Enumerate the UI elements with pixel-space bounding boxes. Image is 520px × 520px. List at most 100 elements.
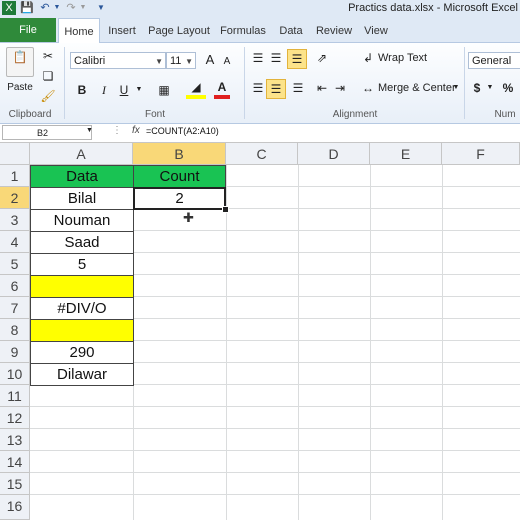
row-header[interactable]: 2 <box>0 187 30 209</box>
tab-insert[interactable]: Insert <box>104 18 140 42</box>
row-header[interactable]: 5 <box>0 253 30 275</box>
formula-input[interactable]: =COUNT(A2:A10) <box>146 126 219 136</box>
row-header[interactable]: 7 <box>0 297 30 319</box>
save-icon[interactable]: 💾 <box>20 1 34 15</box>
cell-a2[interactable]: Bilal <box>30 187 134 210</box>
tab-view[interactable]: View <box>360 18 392 42</box>
cell-a9[interactable]: 290 <box>30 341 134 364</box>
formula-bar: B2 ▼ ⋮ fx =COUNT(A2:A10) <box>0 124 520 143</box>
gridline <box>298 165 299 520</box>
column-header-c[interactable]: C <box>226 143 298 165</box>
column-header-f[interactable]: F <box>442 143 520 165</box>
wrap-text-button[interactable]: Wrap Text <box>378 49 427 67</box>
row-header[interactable]: 1 <box>0 165 30 187</box>
fill-color-icon[interactable]: ◢ <box>186 79 206 99</box>
cell-a7[interactable]: #DIV/O <box>30 297 134 320</box>
tab-data[interactable]: Data <box>274 18 308 42</box>
currency-dropdown-icon[interactable]: ▼ <box>486 79 494 97</box>
tab-home[interactable]: Home <box>58 18 100 43</box>
name-box-dropdown-icon[interactable]: ▼ <box>86 127 93 134</box>
ribbon-divider <box>64 47 65 119</box>
row-header[interactable]: 12 <box>0 407 30 429</box>
cell-a1[interactable]: Data <box>30 165 134 188</box>
tab-review[interactable]: Review <box>314 18 354 42</box>
wrap-text-icon[interactable]: ↲ <box>360 49 376 67</box>
row-header[interactable]: 4 <box>0 231 30 253</box>
grow-font-button[interactable]: A <box>202 51 218 69</box>
align-center-icon[interactable]: ☰ <box>266 79 286 99</box>
row-header[interactable]: 9 <box>0 341 30 363</box>
row-header[interactable]: 13 <box>0 429 30 451</box>
paste-button[interactable]: Paste <box>2 79 38 97</box>
merge-dropdown-icon[interactable]: ▼ <box>452 79 460 97</box>
insert-function-button[interactable]: fx <box>132 125 140 136</box>
borders-icon[interactable]: ▦ <box>154 81 174 99</box>
merge-center-icon[interactable]: ↔ <box>360 79 376 97</box>
gridline <box>30 428 520 429</box>
column-header-a[interactable]: A <box>30 143 133 165</box>
tab-page-layout[interactable]: Page Layout <box>146 18 212 42</box>
fill-handle[interactable] <box>222 206 229 213</box>
column-header-b[interactable]: B <box>133 143 226 165</box>
cell-a8[interactable] <box>30 319 134 342</box>
align-bottom-icon[interactable]: ☰ <box>287 49 307 69</box>
decrease-indent-icon[interactable]: ⇤ <box>314 79 330 97</box>
row-header[interactable]: 6 <box>0 275 30 297</box>
name-box[interactable]: B2 <box>2 125 92 140</box>
undo-dropdown-icon[interactable]: ▼ <box>50 1 64 15</box>
font-color-button[interactable]: A <box>214 79 230 99</box>
cell-a3[interactable]: Nouman <box>30 209 134 232</box>
ribbon-divider <box>244 47 245 119</box>
gridline <box>442 165 443 520</box>
underline-button[interactable]: U <box>116 81 132 99</box>
row-header[interactable]: 14 <box>0 451 30 473</box>
align-left-icon[interactable]: ☰ <box>250 79 266 97</box>
currency-button[interactable]: $ <box>470 79 484 97</box>
underline-dropdown-icon[interactable]: ▼ <box>134 81 144 99</box>
align-right-icon[interactable]: ☰ <box>290 79 306 97</box>
cut-icon[interactable]: ✂ <box>40 47 56 65</box>
merge-center-button[interactable]: Merge & Center <box>378 79 456 97</box>
orientation-icon[interactable]: ⇗ <box>312 49 332 67</box>
column-header-e[interactable]: E <box>370 143 442 165</box>
copy-icon[interactable]: ❏ <box>40 67 56 85</box>
cell-a5[interactable]: 5 <box>30 253 134 276</box>
row-header[interactable]: 8 <box>0 319 30 341</box>
cell-b2[interactable]: 2 <box>133 187 226 210</box>
paste-icon[interactable]: 📋 <box>6 47 34 77</box>
row-header[interactable]: 16 <box>0 495 30 520</box>
shrink-font-button[interactable]: A <box>220 53 234 71</box>
chevron-down-icon: ▼ <box>155 57 163 66</box>
tab-file[interactable]: File <box>0 18 56 42</box>
font-family-select[interactable]: Calibri ▼ <box>70 52 166 69</box>
customize-qat-icon[interactable]: ▼ <box>94 1 108 15</box>
row-header[interactable]: 3 <box>0 209 30 231</box>
gridline <box>30 450 520 451</box>
formula-bar-dots-icon: ⋮ <box>112 125 122 136</box>
tab-formulas[interactable]: Formulas <box>218 18 268 42</box>
align-top-icon[interactable]: ☰ <box>250 49 266 67</box>
worksheet-grid[interactable]: A B C D E F 1 2 3 4 5 6 7 8 9 10 11 12 1… <box>0 143 520 520</box>
percent-button[interactable]: % <box>500 79 516 97</box>
bold-button[interactable]: B <box>74 81 90 99</box>
row-header[interactable]: 11 <box>0 385 30 407</box>
cell-b1[interactable]: Count <box>133 165 226 188</box>
cell-a10[interactable]: Dilawar <box>30 363 134 386</box>
italic-button[interactable]: I <box>96 81 112 99</box>
clipboard-group-label: Clipboard <box>8 109 52 120</box>
column-header-d[interactable]: D <box>298 143 370 165</box>
select-all-corner[interactable] <box>0 143 30 165</box>
row-header[interactable]: 10 <box>0 363 30 385</box>
gridline <box>30 406 520 407</box>
redo-dropdown-icon[interactable]: ▼ <box>76 1 90 15</box>
row-header[interactable]: 15 <box>0 473 30 495</box>
font-group-label: Font <box>144 109 165 120</box>
cell-a4[interactable]: Saad <box>30 231 134 254</box>
number-format-select[interactable]: General <box>468 52 520 69</box>
align-middle-icon[interactable]: ☰ <box>268 49 284 67</box>
ribbon: 📋 Paste ✂ ❏ 🖌 Clipboard Calibri ▼ 11 ▼ A A… <box>0 43 520 124</box>
font-size-select[interactable]: 11 ▼ <box>166 52 196 69</box>
cell-a6[interactable] <box>30 275 134 298</box>
increase-indent-icon[interactable]: ⇥ <box>332 79 348 97</box>
format-painter-icon[interactable]: 🖌 <box>40 87 56 105</box>
